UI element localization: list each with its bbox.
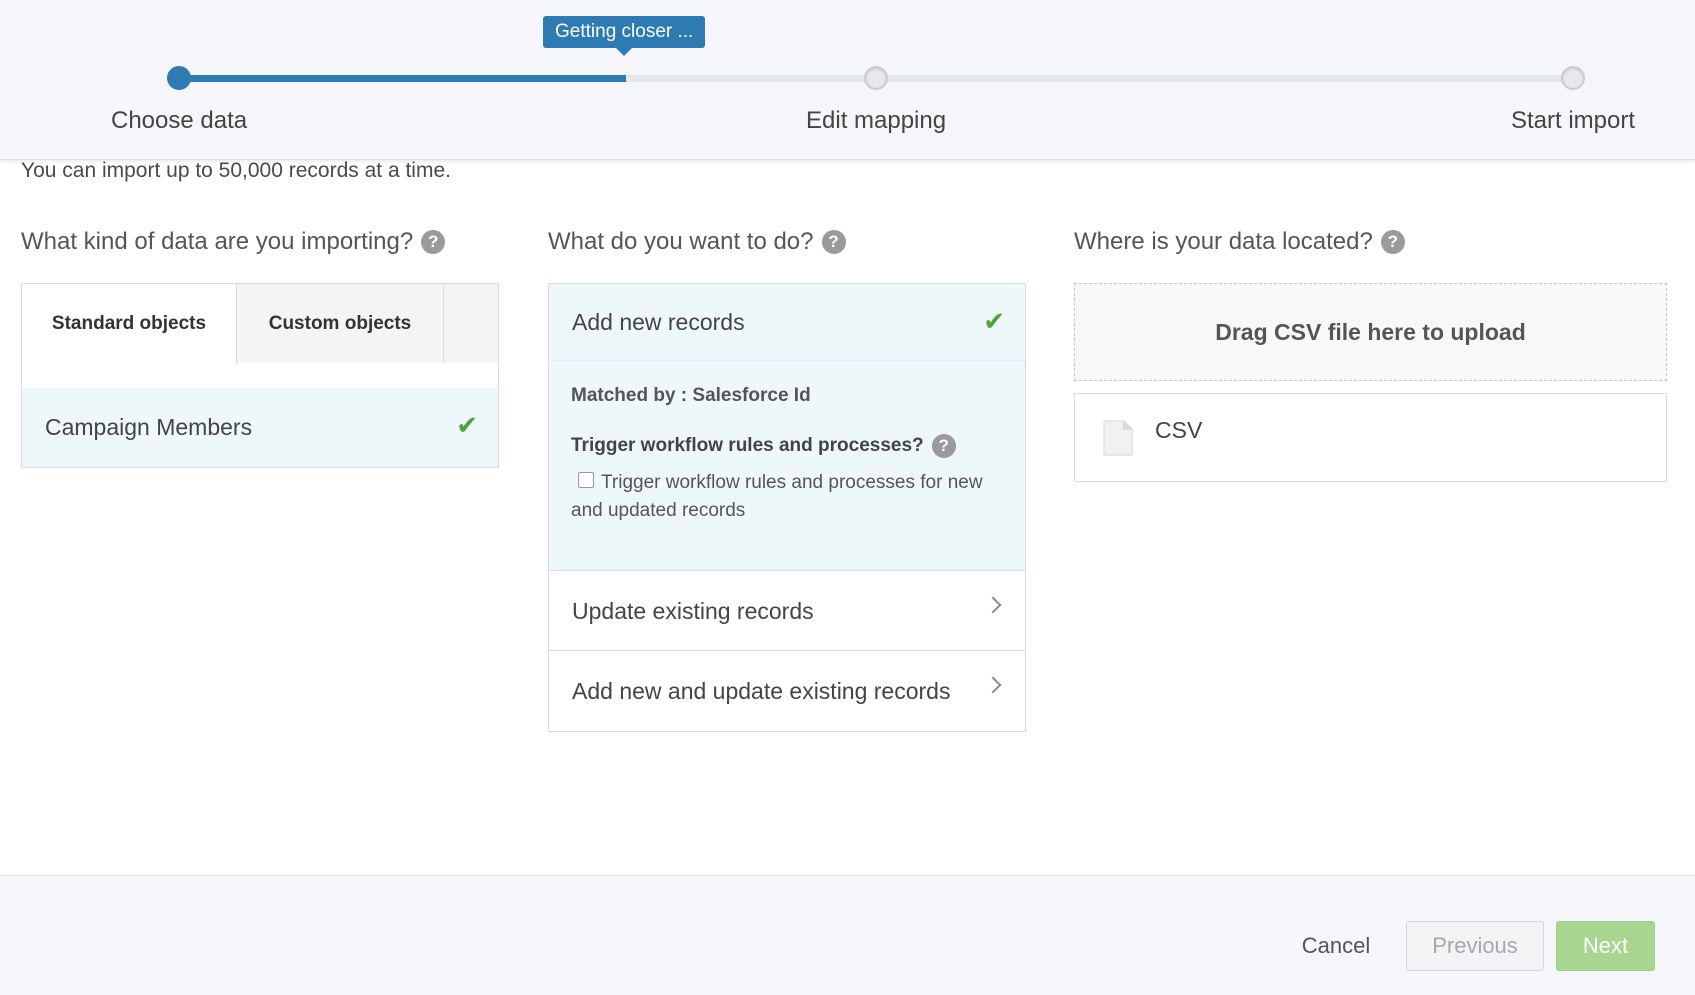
help-icon[interactable]: ? <box>421 230 446 254</box>
help-icon[interactable]: ? <box>821 230 846 254</box>
help-icon[interactable]: ? <box>1380 230 1405 254</box>
data-type-title: What kind of data are you importing? <box>21 228 414 255</box>
trigger-workflow-title: Trigger workflow rules and processes? <box>571 435 924 456</box>
previous-button[interactable]: Previous <box>1406 921 1544 971</box>
trigger-workflow-checkbox[interactable] <box>578 472 594 488</box>
help-icon[interactable]: ? <box>931 434 956 458</box>
action-update-existing-records[interactable]: Update existing records <box>549 571 1025 651</box>
trigger-workflow-checkbox-label: Trigger workflow rules and processes for… <box>571 472 983 521</box>
progress-tooltip: Getting closer ... <box>543 16 706 48</box>
source-title: Where is your data located? <box>1074 228 1373 255</box>
csv-dropzone[interactable]: Drag CSV file here to upload <box>1074 283 1667 381</box>
footer-bar: Cancel Previous Next <box>0 875 1695 995</box>
action-panel: Add new records ✔ Matched by : Salesforc… <box>548 283 1026 732</box>
progress-track-fill <box>179 75 626 82</box>
source-label: CSV <box>1155 417 1203 443</box>
action-label: Add new and update existing records <box>572 678 951 704</box>
action-title: What do you want to do? <box>548 228 814 255</box>
chevron-right-icon <box>984 676 1002 694</box>
chevron-right-icon <box>984 596 1002 614</box>
file-icon <box>1103 420 1133 456</box>
tab-custom-objects[interactable]: Custom objects <box>237 284 444 363</box>
object-type-panel: Standard objects Custom objects Campaign… <box>21 283 499 468</box>
action-heading: What do you want to do? ? <box>548 228 846 256</box>
checkmark-icon: ✔ <box>456 410 478 440</box>
matched-by-text: Matched by : Salesforce Id <box>571 385 811 406</box>
source-heading: Where is your data located? ? <box>1074 228 1405 256</box>
source-item-csv[interactable]: CSV <box>1074 393 1667 482</box>
action-add-new-records: Add new records ✔ Matched by : Salesforc… <box>549 284 1025 571</box>
step-dot-edit-mapping <box>864 66 888 90</box>
action-add-new-records-header[interactable]: Add new records ✔ <box>549 284 1025 361</box>
list-item-label: Campaign Members <box>45 414 253 440</box>
step-label-choose-data: Choose data <box>111 107 248 134</box>
tab-bar-spacer <box>444 284 498 363</box>
trigger-workflow-heading: Trigger workflow rules and processes? ? <box>571 434 956 458</box>
progress-header: Getting closer ... Choose data Edit mapp… <box>0 0 1695 160</box>
tab-standard-objects[interactable]: Standard objects <box>22 284 237 364</box>
step-dot-choose-data <box>167 66 191 90</box>
action-label: Update existing records <box>572 598 814 624</box>
action-label: Add new records <box>572 309 745 335</box>
step-label-start-import: Start import <box>1511 107 1636 134</box>
action-add-and-update-records[interactable]: Add new and update existing records <box>549 651 1025 731</box>
progress-tooltip-arrow <box>616 48 632 56</box>
cancel-button[interactable]: Cancel <box>1282 921 1390 971</box>
checkmark-icon: ✔ <box>983 306 1005 336</box>
import-limit-text: You can import up to 50,000 records at a… <box>21 159 451 182</box>
data-type-heading: What kind of data are you importing? ? <box>21 228 446 256</box>
object-tab-bar: Standard objects Custom objects <box>22 284 498 364</box>
step-label-edit-mapping: Edit mapping <box>806 107 947 134</box>
next-button[interactable]: Next <box>1556 921 1655 971</box>
step-dot-start-import <box>1561 66 1585 90</box>
list-item-campaign-members[interactable]: Campaign Members ✔ <box>22 388 498 467</box>
